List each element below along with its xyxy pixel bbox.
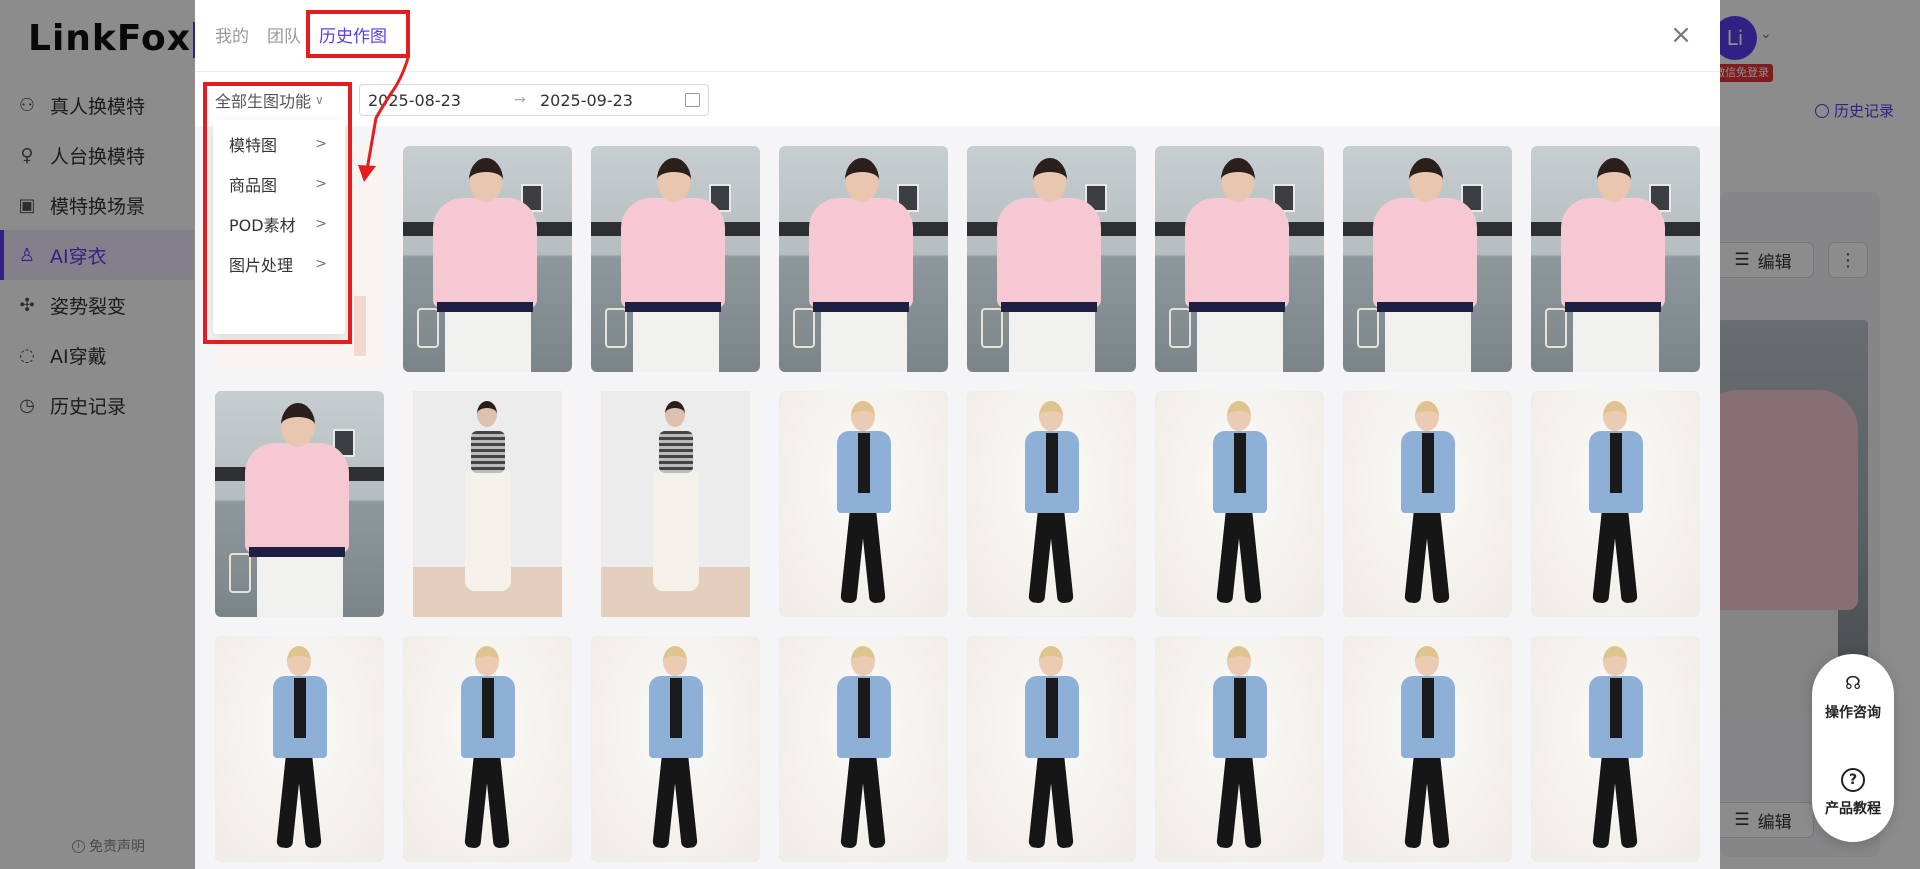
history-image-thumbnail[interactable] xyxy=(779,391,948,617)
menu-item-image-processing[interactable]: 图片处理 > xyxy=(213,246,345,282)
calendar-icon[interactable] xyxy=(685,93,700,107)
consult-button[interactable]: ☊ 操作咨询 xyxy=(1812,672,1894,722)
close-icon[interactable]: × xyxy=(1666,20,1696,50)
tutorial-button[interactable]: ? 产品教程 xyxy=(1812,768,1894,818)
menu-item-label: 商品图 xyxy=(229,176,278,195)
filter-selected-value: 全部生图功能 xyxy=(215,92,312,111)
menu-item-label: 模特图 xyxy=(229,136,278,155)
history-image-thumbnail[interactable] xyxy=(967,391,1136,617)
menu-item-label: 图片处理 xyxy=(229,256,294,275)
history-image-thumbnail[interactable] xyxy=(403,636,572,862)
date-range-picker[interactable]: 2025-08-23 → 2025-09-23 xyxy=(359,84,709,116)
chevron-right-icon: > xyxy=(315,176,327,192)
help-float-panel: ☊ 操作咨询 ? 产品教程 xyxy=(1812,654,1894,842)
image-grid xyxy=(195,126,1720,869)
tab-history-images[interactable]: 历史作图 xyxy=(319,22,387,47)
menu-item-pod-material[interactable]: POD素材 > xyxy=(213,206,345,242)
start-date[interactable]: 2025-08-23 xyxy=(368,91,461,110)
end-date[interactable]: 2025-09-23 xyxy=(540,91,633,110)
chevron-right-icon: > xyxy=(315,256,327,272)
history-image-thumbnail[interactable] xyxy=(403,146,572,372)
menu-item-model-image[interactable]: 模特图 > xyxy=(213,126,345,162)
history-image-thumbnail[interactable] xyxy=(215,391,384,617)
chevron-down-icon: ∨ xyxy=(315,93,324,107)
history-modal: 我的 团队 历史作图 × 全部生图功能 ∨ 2025-08-23 → 2025-… xyxy=(195,0,1720,869)
menu-item-label: POD素材 xyxy=(229,216,296,235)
history-image-thumbnail[interactable] xyxy=(967,636,1136,862)
tutorial-label: 产品教程 xyxy=(1825,801,1881,817)
history-image-thumbnail[interactable] xyxy=(1343,636,1512,862)
chevron-right-icon: > xyxy=(315,216,327,232)
headset-icon: ☊ xyxy=(1845,673,1861,694)
history-image-thumbnail[interactable] xyxy=(779,146,948,372)
question-icon: ? xyxy=(1841,768,1865,792)
history-image-thumbnail[interactable] xyxy=(1531,636,1700,862)
history-image-thumbnail[interactable] xyxy=(215,636,384,862)
tab-mine[interactable]: 我的 xyxy=(215,22,249,47)
history-image-thumbnail[interactable] xyxy=(1531,146,1700,372)
function-dropdown-menu: 模特图 > 商品图 > POD素材 > 图片处理 > xyxy=(213,120,345,334)
history-image-thumbnail[interactable] xyxy=(591,636,760,862)
function-filter-select[interactable]: 全部生图功能 ∨ xyxy=(211,84,339,116)
history-image-thumbnail[interactable] xyxy=(1531,391,1700,617)
chevron-right-icon: > xyxy=(315,136,327,152)
history-image-thumbnail[interactable] xyxy=(1343,146,1512,372)
history-image-thumbnail[interactable] xyxy=(591,146,760,372)
history-image-thumbnail[interactable] xyxy=(1343,391,1512,617)
menu-item-product-image[interactable]: 商品图 > xyxy=(213,166,345,202)
history-image-thumbnail[interactable] xyxy=(1155,636,1324,862)
history-image-thumbnail[interactable] xyxy=(779,636,948,862)
history-image-thumbnail[interactable] xyxy=(591,391,760,617)
history-image-thumbnail[interactable] xyxy=(403,391,572,617)
modal-header: 我的 团队 历史作图 × xyxy=(195,0,1720,72)
arrow-right-icon: → xyxy=(514,92,526,108)
history-image-thumbnail[interactable] xyxy=(1155,391,1324,617)
history-image-thumbnail[interactable] xyxy=(1155,146,1324,372)
history-image-thumbnail[interactable] xyxy=(967,146,1136,372)
consult-label: 操作咨询 xyxy=(1825,705,1881,721)
tab-team[interactable]: 团队 xyxy=(267,22,301,47)
